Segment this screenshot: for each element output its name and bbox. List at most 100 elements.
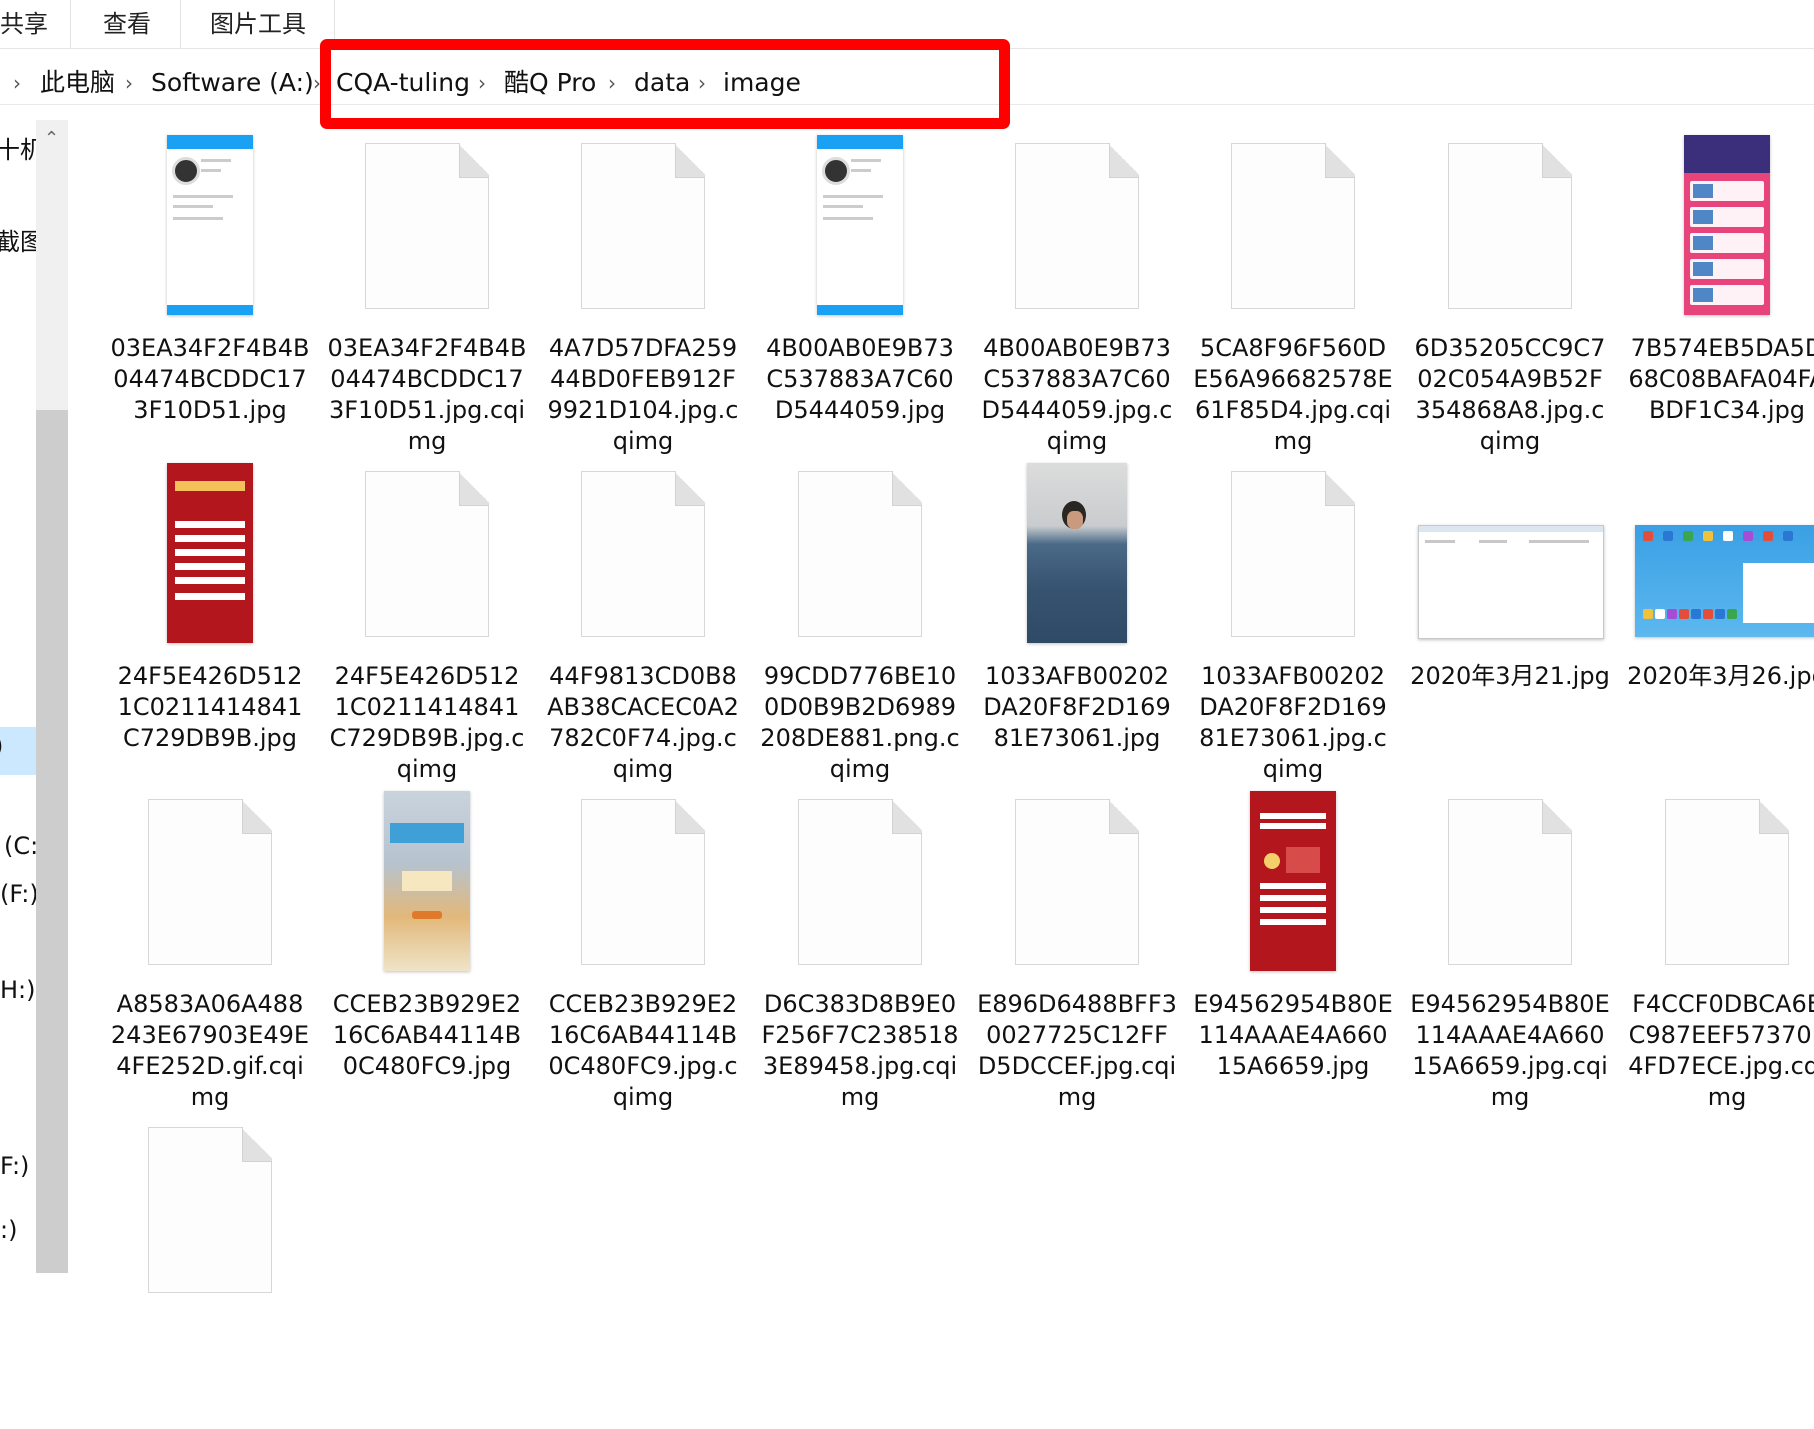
form-field [175, 593, 245, 600]
desktop-icon [1655, 609, 1665, 619]
file-thumbnail[interactable] [1627, 791, 1814, 981]
file-thumbnail[interactable] [327, 135, 527, 325]
file-thumbnail[interactable] [110, 791, 310, 981]
file-item[interactable]: CCEB23B929E216C6AB44114B0C480FC9.jpg [327, 791, 527, 1101]
file-thumbnail[interactable] [1627, 463, 1814, 653]
file-thumbnail[interactable] [110, 135, 310, 325]
file-thumbnail[interactable] [110, 1119, 310, 1309]
desktop-icon [1667, 609, 1677, 619]
file-thumbnail[interactable] [977, 135, 1177, 325]
chevron-right-icon[interactable]: › [13, 62, 21, 104]
file-thumbnail[interactable] [1193, 135, 1393, 325]
file-thumbnail[interactable] [760, 135, 960, 325]
form-field [1260, 895, 1326, 901]
nav-item-drive-c[interactable]: (C: [4, 832, 36, 860]
nav-item-screenshots[interactable]: 截图 [0, 222, 36, 257]
face [1067, 511, 1083, 529]
file-thumbnail[interactable] [543, 463, 743, 653]
file-item[interactable]: E94562954B80E114AAAE4A66015A6659.jpg.cqi… [1410, 791, 1610, 1111]
file-name: 2020年3月26.jpg [1627, 662, 1814, 690]
file-thumbnail[interactable] [760, 791, 960, 981]
file-item[interactable]: 24F5E426D5121C0211414841C729DB9B.jpg.cqi… [327, 463, 527, 783]
file-thumbnail[interactable] [543, 135, 743, 325]
ribbon-tab-view[interactable]: 查看 [103, 0, 151, 48]
file-item[interactable]: 6D35205CC9C702C054A9B52F354868A8.jpg.cqi… [1410, 135, 1610, 455]
file-thumbnail[interactable] [1627, 135, 1814, 325]
ribbon-tab-share[interactable]: 共享 [0, 0, 48, 48]
file-thumbnail[interactable] [327, 463, 527, 653]
file-item[interactable]: 4B00AB0E9B73C537883A7C60D5444059.jpg [760, 135, 960, 445]
file-thumbnail[interactable] [977, 791, 1177, 981]
file-name: 1033AFB00202DA20F8F2D16981E73061.jpg.cqi… [1199, 662, 1387, 783]
file-thumbnail[interactable] [543, 791, 743, 981]
breadcrumb-software-drive[interactable]: Software (A:) [151, 62, 314, 104]
card-image [1693, 262, 1713, 276]
file-thumbnail[interactable] [327, 791, 527, 981]
file-item[interactable]: 4B00AB0E9B73C537883A7C60D5444059.jpg.cqi… [977, 135, 1177, 455]
file-item[interactable]: 2020年3月26.jpg [1627, 463, 1814, 773]
poster-button [412, 911, 442, 919]
file-item[interactable]: CCEB23B929E216C6AB44114B0C480FC9.jpg.cqi… [543, 791, 743, 1111]
blank-file-icon [581, 143, 705, 309]
blank-file-icon [581, 799, 705, 965]
file-corner-fold [675, 143, 705, 178]
file-thumbnail[interactable] [977, 463, 1177, 653]
file-item[interactable]: F4CCF0DBCA6EC987EEF57370F4FD7ECE.jpg.cqi… [1627, 791, 1814, 1111]
file-corner-fold [1325, 471, 1355, 506]
text-line [173, 195, 233, 198]
desktop-screenshot-thumbnail [1635, 525, 1814, 637]
file-thumbnail[interactable] [1193, 791, 1393, 981]
nav-item-drive-other[interactable]: :) [0, 1216, 17, 1244]
file-item[interactable]: 2020年3月21.jpg [1410, 463, 1610, 773]
file-thumbnail[interactable] [1410, 463, 1610, 653]
ribbon-tab-picture-tools[interactable]: 图片工具 [210, 0, 306, 48]
window-header [1419, 526, 1603, 532]
nav-item-this-pc[interactable]: 十机 [0, 130, 36, 165]
file-name: 2020年3月21.jpg [1410, 662, 1610, 690]
file-item[interactable]: 1033AFB00202DA20F8F2D16981E73061.jpg [977, 463, 1177, 773]
banner-title [175, 481, 245, 491]
file-thumbnail[interactable] [760, 463, 960, 653]
file-item[interactable] [110, 1119, 310, 1429]
file-item[interactable]: 5CA8F96F560DE56A96682578E61F85D4.jpg.cqi… [1193, 135, 1393, 455]
text-line [851, 159, 881, 162]
avatar [172, 157, 200, 185]
desktop-icon [1703, 609, 1713, 619]
file-thumbnail[interactable] [1193, 463, 1393, 653]
form-field [1260, 907, 1326, 913]
file-thumbnail[interactable] [1410, 135, 1610, 325]
file-thumbnail[interactable] [1410, 791, 1610, 981]
chevron-up-icon[interactable]: ⌃ [44, 128, 59, 149]
chevron-right-icon[interactable]: › [125, 62, 133, 104]
file-item[interactable]: 7B574EB5DA5D68C08BAFA04FABDF1C34.jpg [1627, 135, 1814, 445]
breadcrumb-this-pc[interactable]: 此电脑 [40, 62, 115, 104]
nav-scrollbar[interactable]: ⌃ [36, 120, 68, 1273]
file-item[interactable]: 03EA34F2F4B4B04474BCDDC173F10D51.jpg [110, 135, 310, 445]
file-name: F4CCF0DBCA6EC987EEF57370F4FD7ECE.jpg.cqi… [1628, 990, 1814, 1111]
form-field [175, 521, 245, 528]
form-field [1260, 883, 1326, 889]
file-item[interactable]: 03EA34F2F4B4B04474BCDDC173F10D51.jpg.cqi… [327, 135, 527, 455]
desktop-icon [1691, 609, 1701, 619]
scrollbar-thumb[interactable] [36, 410, 68, 1273]
file-item[interactable]: 4A7D57DFA25944BD0FEB912F9921D104.jpg.cqi… [543, 135, 743, 455]
file-item[interactable]: E94562954B80E114AAAE4A66015A6659.jpg [1193, 791, 1393, 1101]
file-thumbnail[interactable] [110, 463, 310, 653]
file-item[interactable]: E896D6488BFF30027725C12FFD5DCCEF.jpg.cqi… [977, 791, 1177, 1111]
file-corner-fold [1109, 143, 1139, 178]
file-item[interactable]: D6C383D8B9E0F256F7C2385183E89458.jpg.cqi… [760, 791, 960, 1111]
nav-item-drive-f2[interactable]: F:) [0, 1152, 29, 1180]
file-item[interactable]: A8583A06A488243E67903E49E4FE252D.gif.cqi… [110, 791, 310, 1111]
nav-item-drive-f[interactable]: (F:) [0, 880, 36, 908]
column-line [1569, 540, 1589, 543]
file-item[interactable]: 1033AFB00202DA20F8F2D16981E73061.jpg.cqi… [1193, 463, 1393, 783]
nav-item-selected[interactable]: ) [0, 732, 3, 760]
nav-item-drive-h[interactable]: H:) [0, 976, 36, 1004]
file-item[interactable]: 44F9813CD0B8AB38CACEC0A2782C0F74.jpg.cqi… [543, 463, 743, 783]
file-item[interactable]: 99CDD776BE100D0B9B2D6989208DE881.png.cqi… [760, 463, 960, 783]
file-corner-fold [459, 471, 489, 506]
file-name: 44F9813CD0B8AB38CACEC0A2782C0F74.jpg.cqi… [547, 662, 739, 783]
file-corner-fold [675, 471, 705, 506]
file-item[interactable]: 24F5E426D5121C0211414841C729DB9B.jpg [110, 463, 310, 773]
file-name: 4B00AB0E9B73C537883A7C60D5444059.jpg [766, 334, 954, 424]
